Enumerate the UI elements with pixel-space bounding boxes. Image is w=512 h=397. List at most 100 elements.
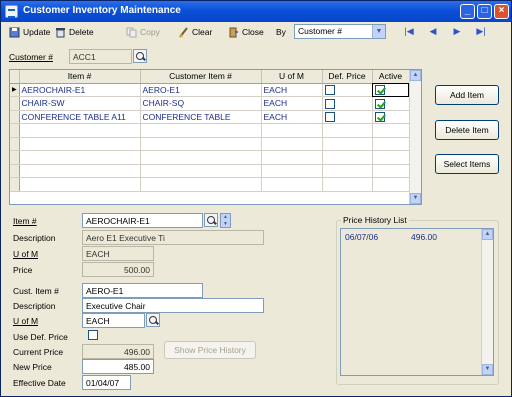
def-price-checkbox[interactable] — [324, 85, 335, 96]
empty-cell[interactable] — [372, 137, 410, 151]
col-active[interactable]: Active — [372, 70, 410, 84]
cell-uom[interactable]: EACH — [261, 96, 323, 111]
close-window-button[interactable]: × — [494, 4, 509, 19]
cust-description-field[interactable]: Executive Chair — [82, 298, 264, 313]
grid-scrollbar[interactable]: ▲ ▼ — [409, 70, 421, 204]
item-spinner[interactable]: ▲ ▼ — [220, 213, 231, 228]
scroll-up-icon[interactable]: ▲ — [482, 229, 493, 240]
empty-row[interactable] — [10, 177, 410, 192]
copy-button[interactable]: Copy — [126, 25, 160, 39]
empty-cell[interactable] — [372, 123, 410, 138]
history-scrollbar[interactable]: ▲ ▼ — [481, 229, 493, 375]
empty-cell[interactable] — [19, 164, 141, 178]
empty-cell[interactable] — [19, 123, 141, 138]
minimize-button[interactable]: _ — [460, 4, 475, 19]
empty-cell[interactable] — [372, 150, 410, 165]
spin-down-icon[interactable]: ▼ — [221, 221, 230, 228]
active-checkbox[interactable] — [374, 85, 385, 96]
empty-cell[interactable] — [140, 137, 262, 151]
cell-active[interactable] — [372, 110, 410, 124]
cust-item-field[interactable]: AERO-E1 — [82, 283, 203, 298]
empty-cell[interactable] — [140, 164, 262, 178]
empty-cell[interactable] — [19, 137, 141, 151]
empty-row[interactable] — [10, 164, 410, 178]
empty-cell[interactable] — [261, 123, 323, 138]
col-customer-item[interactable]: Customer Item # — [140, 70, 262, 84]
select-items-button[interactable]: Select Items — [435, 154, 499, 174]
empty-cell[interactable] — [261, 164, 323, 178]
empty-cell[interactable] — [140, 177, 262, 192]
empty-cell[interactable] — [322, 150, 373, 165]
price-history-list[interactable]: 06/07/06 496.00 ▲ ▼ — [340, 228, 494, 376]
empty-cell[interactable] — [261, 137, 323, 151]
cell-active[interactable] — [372, 83, 410, 97]
empty-cell[interactable] — [261, 150, 323, 165]
empty-cell[interactable] — [322, 137, 373, 151]
uom-lookup-icon[interactable] — [146, 313, 160, 327]
cell-customer-item[interactable]: AERO-E1 — [140, 83, 262, 97]
cell-active[interactable] — [372, 96, 410, 111]
scroll-down-icon[interactable]: ▼ — [410, 193, 421, 204]
title-bar[interactable]: Customer Inventory Maintenance _ □ × — [1, 1, 511, 22]
empty-row[interactable] — [10, 137, 410, 151]
clear-button[interactable]: Clear — [178, 25, 212, 39]
def-price-checkbox[interactable] — [324, 98, 335, 109]
active-checkbox[interactable] — [374, 98, 385, 109]
show-price-history-button[interactable]: Show Price History — [164, 341, 256, 359]
customer-field[interactable]: ACC1 — [69, 49, 132, 64]
scroll-up-icon[interactable]: ▲ — [410, 70, 421, 81]
empty-cell[interactable] — [19, 177, 141, 192]
col-def-price[interactable]: Def. Price — [322, 70, 373, 84]
delete-item-button[interactable]: Delete Item — [435, 120, 499, 140]
cell-uom[interactable]: EACH — [261, 83, 323, 97]
sort-by-select[interactable]: Customer # ▼ — [294, 24, 386, 39]
empty-row[interactable] — [10, 123, 410, 138]
maximize-button[interactable]: □ — [477, 4, 492, 19]
cell-def-price[interactable] — [322, 110, 373, 124]
table-row[interactable]: CONFERENCE TABLE A11 CONFERENCE TABLE EA… — [10, 110, 410, 124]
table-row[interactable]: CHAIR-SW CHAIR-SQ EACH — [10, 96, 410, 111]
cell-item[interactable]: AEROCHAIR-E1 — [19, 83, 141, 97]
cell-customer-item[interactable]: CONFERENCE TABLE — [140, 110, 262, 124]
update-label: Update — [23, 27, 51, 37]
empty-row[interactable] — [10, 150, 410, 165]
update-button[interactable]: Update — [9, 25, 50, 39]
cell-def-price[interactable] — [322, 83, 373, 97]
cell-uom[interactable]: EACH — [261, 110, 323, 124]
add-item-button[interactable]: Add Item — [435, 85, 499, 105]
cell-item[interactable]: CHAIR-SW — [19, 96, 141, 111]
new-price-field[interactable]: 485.00 — [82, 359, 154, 374]
empty-cell[interactable] — [322, 164, 373, 178]
last-record-icon[interactable]: ▶| — [475, 25, 487, 37]
empty-cell[interactable] — [322, 177, 373, 192]
col-uom[interactable]: U of M — [261, 70, 323, 84]
empty-cell[interactable] — [19, 150, 141, 165]
empty-cell[interactable] — [372, 164, 410, 178]
item-lookup-icon[interactable] — [204, 213, 218, 227]
scroll-down-icon[interactable]: ▼ — [482, 364, 493, 375]
empty-cell[interactable] — [261, 177, 323, 192]
table-row[interactable]: ▶ AEROCHAIR-E1 AERO-E1 EACH — [10, 83, 410, 97]
empty-cell[interactable] — [140, 123, 262, 138]
empty-cell[interactable] — [140, 150, 262, 165]
cell-item[interactable]: CONFERENCE TABLE A11 — [19, 110, 141, 124]
delete-button[interactable]: Delete — [55, 25, 94, 39]
next-record-icon[interactable]: ▶ — [451, 25, 463, 37]
empty-cell[interactable] — [372, 177, 410, 192]
by-label: By — [276, 27, 286, 37]
customer-lookup-icon[interactable] — [133, 49, 147, 63]
item-field[interactable]: AEROCHAIR-E1 — [82, 213, 203, 228]
empty-cell[interactable] — [322, 123, 373, 138]
effective-date-field[interactable]: 01/04/07 — [82, 375, 131, 390]
close-button[interactable]: Close — [228, 25, 264, 39]
cell-customer-item[interactable]: CHAIR-SQ — [140, 96, 262, 111]
cust-uom-field[interactable]: EACH — [82, 313, 145, 328]
def-price-checkbox[interactable] — [324, 112, 335, 123]
col-item[interactable]: Item # — [19, 70, 141, 84]
first-record-icon[interactable]: |◀ — [403, 25, 415, 37]
window-title: Customer Inventory Maintenance — [23, 5, 181, 16]
use-def-price-checkbox[interactable] — [88, 330, 98, 340]
previous-record-icon[interactable]: ◀ — [427, 25, 439, 37]
active-checkbox[interactable] — [374, 112, 385, 123]
cell-def-price[interactable] — [322, 96, 373, 111]
